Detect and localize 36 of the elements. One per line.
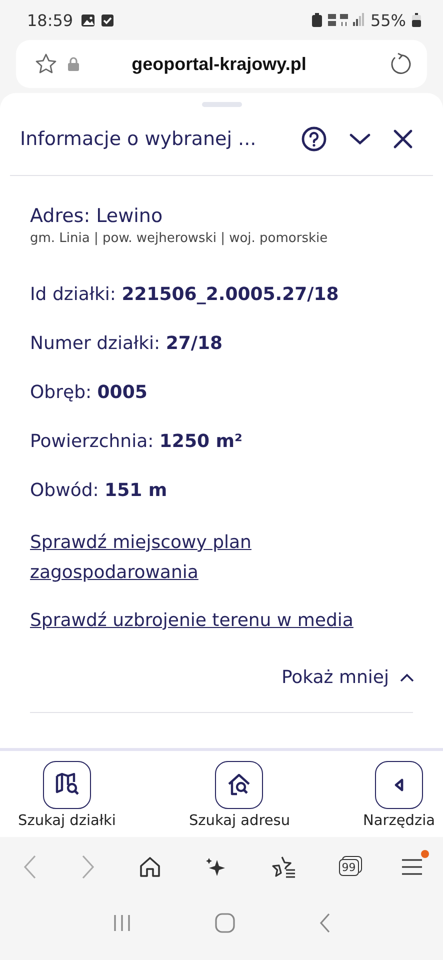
parcel-attribute: Obręb: 0005 [30, 381, 148, 405]
tabs-button[interactable]: 99 [338, 858, 359, 876]
clock: 18:59 [27, 10, 74, 30]
address-bar[interactable]: geoportal-krajowy.pl [16, 40, 427, 88]
checkbox-icon [101, 14, 114, 26]
parcel-attribute: Numer działki: 27/18 [30, 332, 224, 356]
show-less-button[interactable]: Pokaż mniej [281, 667, 415, 688]
lock-icon [68, 57, 79, 71]
network-icon [328, 13, 364, 27]
home-button-icon[interactable] [214, 912, 236, 934]
image-icon [81, 14, 96, 26]
panel-title: Informacje o wybranej ... [20, 128, 258, 150]
parcel-attribute: Id działki: 221506_2.0005.27/18 [30, 283, 340, 307]
reload-icon[interactable] [389, 52, 413, 76]
toolbar-button[interactable]: Szukaj działki [18, 761, 116, 837]
home-icon[interactable] [138, 855, 162, 879]
address-heading: Adres: Lewino [30, 204, 164, 228]
house-search-icon [226, 772, 252, 798]
link[interactable]: Sprawdź uzbrojenie terenu w media [30, 606, 413, 636]
address-detail: gm. Linia | pow. wejherowski | woj. pomorskie [30, 231, 329, 246]
menu-icon[interactable] [400, 857, 423, 877]
back-icon[interactable] [318, 912, 332, 934]
close-icon[interactable] [393, 129, 413, 149]
help-icon[interactable] [301, 126, 327, 152]
battery-level: 55% [370, 10, 406, 30]
toolbar-button[interactable]: Szukaj adresu [188, 761, 290, 837]
chevron-down-icon[interactable] [349, 132, 371, 146]
chevron-up-icon [399, 672, 415, 682]
toolbar-button[interactable]: Narzędzia [363, 761, 435, 837]
url-text: geoportal-krajowy.pl [130, 54, 308, 74]
parcel-attribute: Obwód: 151 m [30, 479, 168, 503]
drag-handle[interactable] [202, 102, 242, 107]
parcel-attribute: Powierzchnia: 1250 m² [30, 430, 244, 454]
battery-icon [412, 13, 421, 27]
link[interactable]: Sprawdź miejscowy plan zagospodarowania [30, 528, 330, 588]
star-icon[interactable] [34, 52, 58, 76]
